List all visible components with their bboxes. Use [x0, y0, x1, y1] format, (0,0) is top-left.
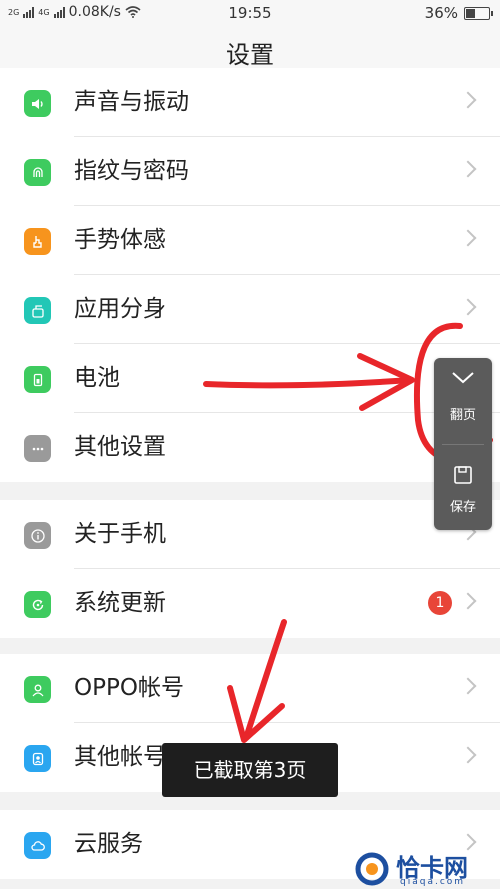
battery-fill [466, 8, 475, 18]
status-bar: 2G 4G 0.08K/s 19:55 36% [0, 0, 500, 26]
settings-item-battery[interactable]: 电池 [0, 344, 500, 413]
more-dots-icon [24, 435, 51, 462]
update-icon [24, 591, 51, 618]
settings-item-about-phone[interactable]: 关于手机 [0, 500, 500, 569]
page-turn-label: 翻页 [449, 408, 476, 423]
settings-item-sound[interactable]: 声音与振动 [0, 68, 500, 137]
settings-item-label: 手势体感 [74, 227, 166, 253]
chevron-right-icon [459, 229, 477, 247]
save-label: 保存 [449, 500, 476, 515]
hand-gesture-icon [24, 228, 51, 255]
settings-item-other-settings[interactable]: 其他设置 [0, 413, 500, 482]
page-turn-button[interactable]: 翻页 [434, 370, 492, 423]
battery-status-icon [464, 6, 493, 20]
settings-item-label: OPPO帐号 [74, 675, 184, 701]
chevron-down-icon [452, 372, 474, 384]
settings-item-label: 指纹与密码 [74, 158, 189, 184]
chevron-right-icon [459, 746, 477, 764]
status-right: 36% [424, 4, 493, 22]
settings-item-gesture[interactable]: 手势体感 [0, 206, 500, 275]
update-count-badge: 1 [428, 591, 452, 615]
chevron-right-icon [459, 160, 477, 178]
settings-item-system-update[interactable]: 系统更新 1 [0, 569, 500, 638]
settings-item-label: 系统更新 [74, 590, 166, 616]
settings-item-label: 云服务 [74, 831, 143, 857]
site-watermark: 恰卡网 qiaqa.com [352, 850, 500, 889]
battery-percent: 36% [424, 4, 458, 22]
speaker-icon [24, 90, 51, 117]
chevron-right-icon [459, 592, 477, 610]
account-icon [24, 676, 51, 703]
settings-item-label: 声音与振动 [74, 89, 189, 115]
settings-item-label: 其他帐号 [74, 744, 166, 770]
watermark-logo-icon [355, 852, 389, 886]
settings-group-1: 声音与振动 指纹与密码 手势体感 应用分身 电池 其他设置 [0, 68, 500, 482]
fingerprint-icon [24, 159, 51, 186]
battery-icon [24, 366, 51, 393]
user-icon [24, 745, 51, 772]
settings-item-fingerprint[interactable]: 指纹与密码 [0, 137, 500, 206]
settings-item-app-clone[interactable]: 应用分身 [0, 275, 500, 344]
settings-item-label: 关于手机 [74, 521, 166, 547]
panel-divider [442, 444, 484, 445]
watermark-domain: qiaqa.com [400, 877, 466, 887]
chevron-right-icon [459, 677, 477, 695]
settings-item-oppo-account[interactable]: OPPO帐号 [0, 654, 500, 723]
cloud-icon [24, 832, 51, 859]
settings-item-label: 应用分身 [74, 296, 166, 322]
save-button[interactable]: 保存 [434, 464, 492, 515]
info-icon [24, 522, 51, 549]
chevron-right-icon [459, 91, 477, 109]
settings-item-label: 其他设置 [74, 434, 166, 460]
screenshot-toast: 已截取第3页 [162, 743, 338, 797]
settings-item-label: 电池 [74, 365, 120, 391]
save-icon [454, 466, 472, 484]
settings-group-2: 关于手机 系统更新 1 [0, 500, 500, 638]
app-clone-icon [24, 297, 51, 324]
chevron-right-icon [459, 298, 477, 316]
long-screenshot-panel: 翻页 保存 [434, 358, 492, 530]
